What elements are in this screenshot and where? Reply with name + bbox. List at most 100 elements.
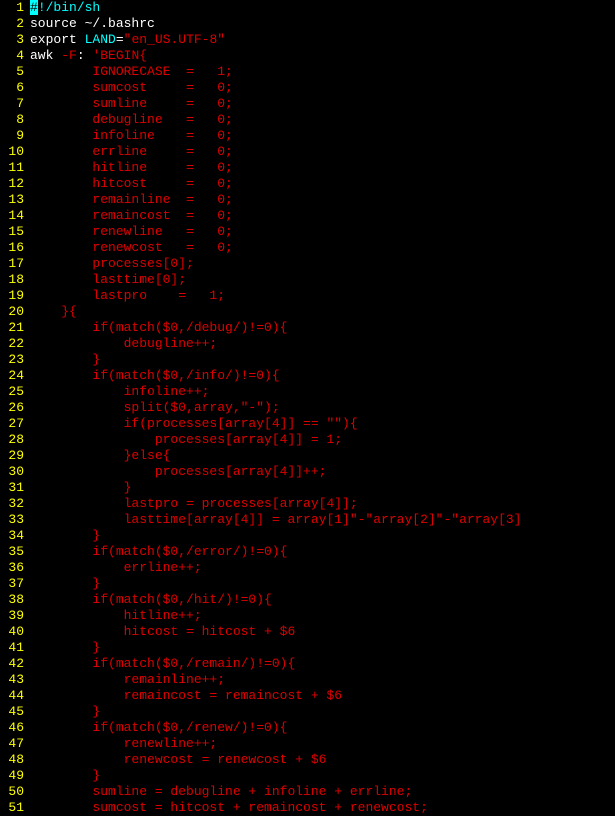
- code-token: debugline = 0;: [30, 112, 233, 127]
- code-token: renewline++;: [30, 736, 217, 751]
- code-token: }{: [30, 304, 77, 319]
- code-token: processes[array[4]]++;: [30, 464, 326, 479]
- code-line: 44 remaincost = remaincost + $6: [0, 688, 615, 704]
- code-line: 31 }: [0, 480, 615, 496]
- line-number: 40: [0, 624, 24, 640]
- code-line: 28 processes[array[4]] = 1;: [0, 432, 615, 448]
- line-number: 19: [0, 288, 24, 304]
- code-line: 32 lastpro = processes[array[4]];: [0, 496, 615, 512]
- code-line: 42 if(match($0,/remain/)!=0){: [0, 656, 615, 672]
- code-token: lastpro = 1;: [30, 288, 225, 303]
- code-token: sumcost = hitcost + remaincost + renewco…: [30, 800, 428, 815]
- code-line: 2 source ~/.bashrc: [0, 16, 615, 32]
- code-line: 3export LAND="en_US.UTF-8": [0, 32, 615, 48]
- code-line: 33 lasttime[array[4]] = array[1]"-"array…: [0, 512, 615, 528]
- code-line: 43 remainline++;: [0, 672, 615, 688]
- code-token: renewcost = renewcost + $6: [30, 752, 326, 767]
- line-number: 28: [0, 432, 24, 448]
- line-number: 36: [0, 560, 24, 576]
- code-token: export: [30, 32, 77, 47]
- code-line: 51 sumcost = hitcost + remaincost + rene…: [0, 800, 615, 816]
- line-number: 46: [0, 720, 24, 736]
- line-number: 51: [0, 800, 24, 816]
- code-line: 36 errline++;: [0, 560, 615, 576]
- code-token: }: [30, 640, 100, 655]
- code-line: 48 renewcost = renewcost + $6: [0, 752, 615, 768]
- code-line: 38 if(match($0,/hit/)!=0){: [0, 592, 615, 608]
- line-number: 22: [0, 336, 24, 352]
- code-token: remaincost = remaincost + $6: [30, 688, 342, 703]
- code-token: }: [30, 528, 100, 543]
- line-number: 18: [0, 272, 24, 288]
- code-line: 37 }: [0, 576, 615, 592]
- code-line: 22 debugline++;: [0, 336, 615, 352]
- code-line: 8 debugline = 0;: [0, 112, 615, 128]
- code-line: 12 hitcost = 0;: [0, 176, 615, 192]
- line-number: 24: [0, 368, 24, 384]
- code-token: infoline++;: [30, 384, 209, 399]
- code-token: hitcost = 0;: [30, 176, 233, 191]
- code-line: 26 split($0,array,"-");: [0, 400, 615, 416]
- code-line: 23 }: [0, 352, 615, 368]
- line-number: 50: [0, 784, 24, 800]
- code-token: if(processes[array[4]] == ""){: [30, 416, 358, 431]
- code-token: split($0,array,"-");: [30, 400, 280, 415]
- code-token: lasttime[0];: [30, 272, 186, 287]
- line-number: 41: [0, 640, 24, 656]
- code-token: renewline = 0;: [30, 224, 233, 239]
- code-token: #: [30, 0, 38, 15]
- code-line: 40 hitcost = hitcost + $6: [0, 624, 615, 640]
- code-line: 4awk -F: 'BEGIN{: [0, 48, 615, 64]
- line-number: 5: [0, 64, 24, 80]
- line-number: 2: [0, 16, 24, 32]
- code-token: "en_US.UTF-8": [124, 32, 225, 47]
- line-number: 10: [0, 144, 24, 160]
- code-line: 24 if(match($0,/info/)!=0){: [0, 368, 615, 384]
- code-editor: 1#!/bin/sh2source ~/.bashrc3export LAND=…: [0, 0, 615, 816]
- line-number: 37: [0, 576, 24, 592]
- code-token: source ~/.bashrc: [30, 16, 155, 31]
- code-token: hitline++;: [30, 608, 202, 623]
- line-number: 27: [0, 416, 24, 432]
- line-number: 38: [0, 592, 24, 608]
- line-number: 31: [0, 480, 24, 496]
- code-line: 10 errline = 0;: [0, 144, 615, 160]
- code-token: :: [77, 48, 93, 63]
- code-line: 29 }else{: [0, 448, 615, 464]
- code-line: 46 if(match($0,/renew/)!=0){: [0, 720, 615, 736]
- code-line: 5 IGNORECASE = 1;: [0, 64, 615, 80]
- line-number: 13: [0, 192, 24, 208]
- line-number: 14: [0, 208, 24, 224]
- code-line: 16 renewcost = 0;: [0, 240, 615, 256]
- code-line: 34 }: [0, 528, 615, 544]
- line-number: 34: [0, 528, 24, 544]
- line-number: 12: [0, 176, 24, 192]
- line-number: 7: [0, 96, 24, 112]
- code-token: }else{: [30, 448, 170, 463]
- code-line: 7 sumline = 0;: [0, 96, 615, 112]
- line-number: 23: [0, 352, 24, 368]
- code-token: remainline++;: [30, 672, 225, 687]
- code-token: IGNORECASE = 1;: [30, 64, 233, 79]
- line-number: 43: [0, 672, 24, 688]
- line-number: 6: [0, 80, 24, 96]
- line-number: 9: [0, 128, 24, 144]
- code-token: if(match($0,/error/)!=0){: [30, 544, 287, 559]
- code-token: sumcost = 0;: [30, 80, 233, 95]
- line-number: 20: [0, 304, 24, 320]
- code-token: remainline = 0;: [30, 192, 233, 207]
- line-number: 29: [0, 448, 24, 464]
- code-token: sumline = 0;: [30, 96, 233, 111]
- code-line: 35 if(match($0,/error/)!=0){: [0, 544, 615, 560]
- code-token: awk: [30, 48, 61, 63]
- code-line: 41 }: [0, 640, 615, 656]
- code-token: if(match($0,/renew/)!=0){: [30, 720, 287, 735]
- line-number: 48: [0, 752, 24, 768]
- code-line: 17 processes[0];: [0, 256, 615, 272]
- line-number: 26: [0, 400, 24, 416]
- code-line: 20 }{: [0, 304, 615, 320]
- code-token: lastpro = processes[array[4]];: [30, 496, 358, 511]
- line-number: 45: [0, 704, 24, 720]
- line-number: 39: [0, 608, 24, 624]
- line-number: 8: [0, 112, 24, 128]
